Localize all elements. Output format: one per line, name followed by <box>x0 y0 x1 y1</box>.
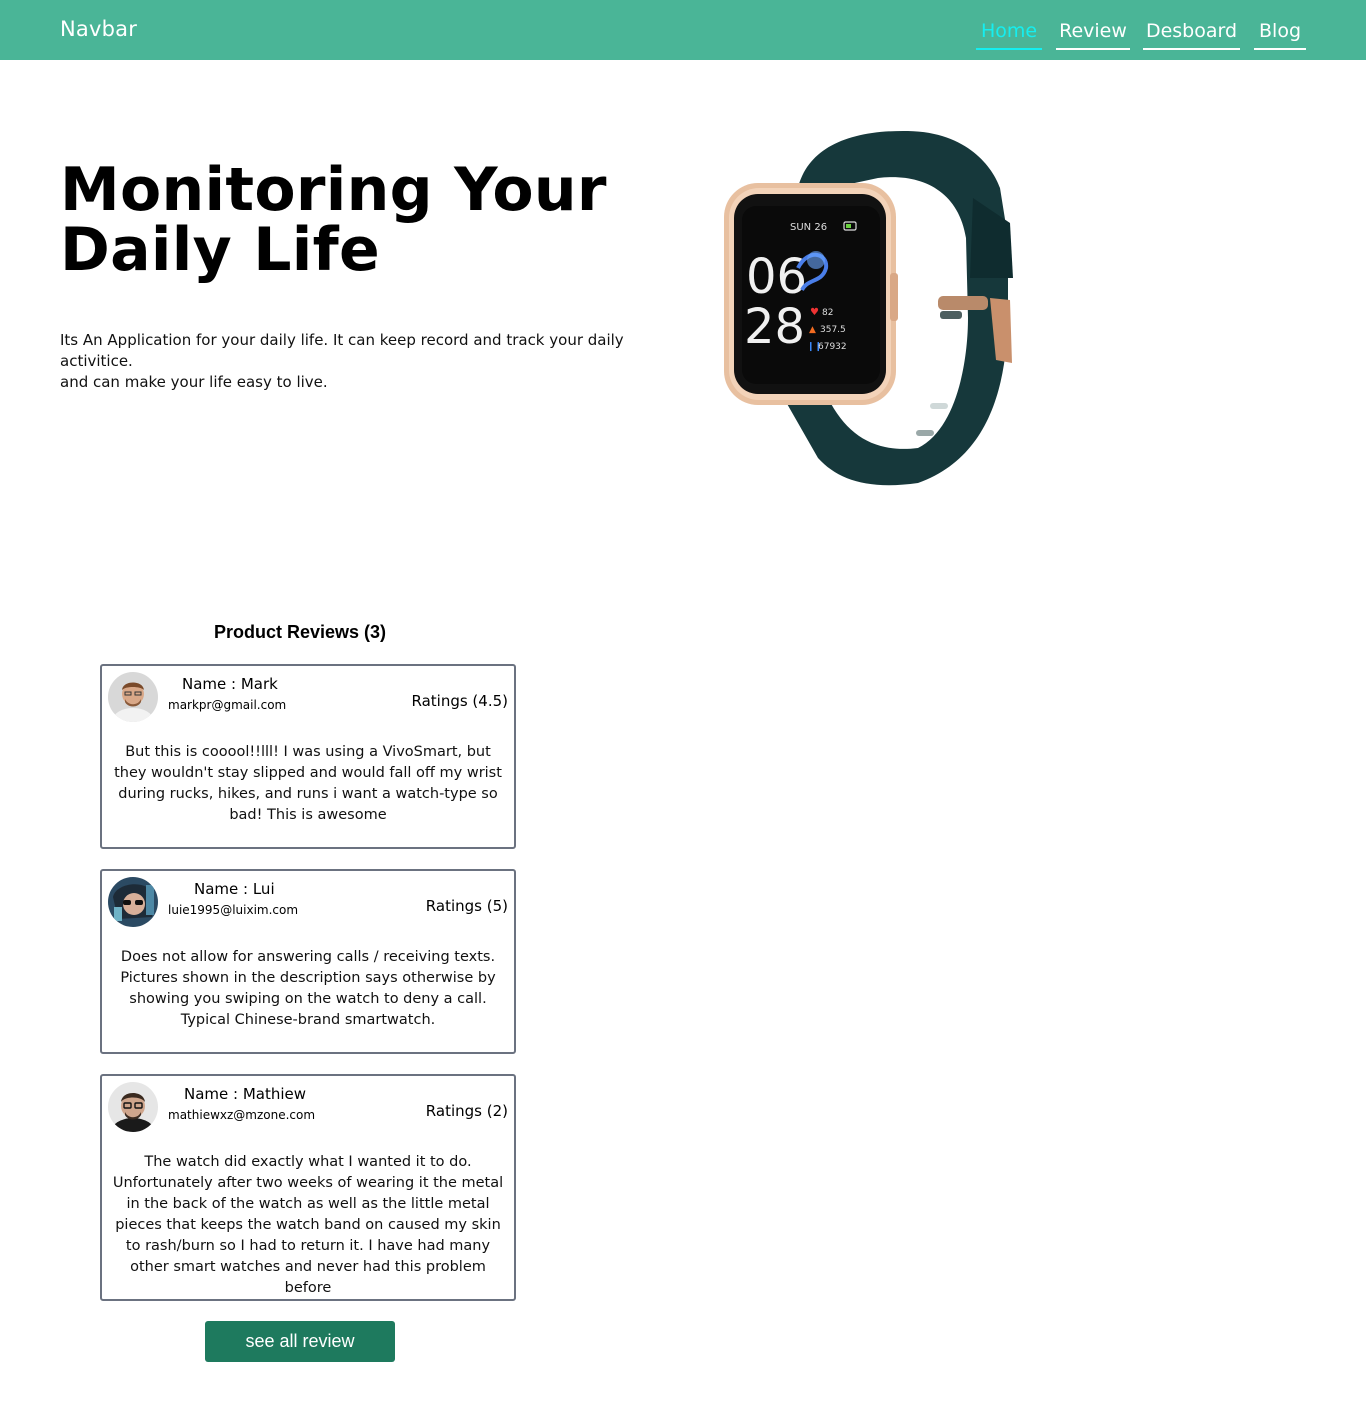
smartwatch-image: SUN 26 06 28 ♥ 82 ▲ 357.5 ❙❙ 67932 <box>724 130 1013 486</box>
watch-date: SUN 26 <box>790 222 827 233</box>
reviewer-email: luie1995@luixim.com <box>168 903 299 917</box>
see-all-reviews-button[interactable]: see all review <box>205 1321 395 1362</box>
nav-link-desboard[interactable]: Desboard <box>1143 20 1240 50</box>
reviewer-avatar <box>108 877 158 927</box>
nav-link-home[interactable]: Home <box>976 20 1042 50</box>
band-hole <box>916 430 934 436</box>
watch-steps: 67932 <box>818 342 847 352</box>
hero-title-line-2: Daily Life <box>60 215 381 285</box>
reviewer-avatar <box>108 1082 158 1132</box>
reviewer-name: Name : Lui <box>194 880 275 898</box>
watch-hour: 06 <box>746 249 807 305</box>
review-rating: Ratings (5) <box>425 897 508 915</box>
hero-description-line-2: and can make your life easy to live. <box>60 373 328 391</box>
band-hole <box>938 373 956 379</box>
review-rating: Ratings (2) <box>425 1102 508 1120</box>
review-card: Name : Mark markpr@gmail.com Ratings (4.… <box>100 664 516 849</box>
watch-side-button <box>890 273 898 321</box>
hero-title: Monitoring Your Daily Life <box>60 160 680 280</box>
band-hole <box>940 311 962 319</box>
nav-link-blog[interactable]: Blog <box>1254 20 1306 50</box>
review-comment: But this is cooool!!lll! I was using a V… <box>114 744 502 823</box>
band-hole <box>930 403 948 409</box>
navbar-brand[interactable]: Navbar <box>60 17 137 41</box>
reviewer-name: Name : Mark <box>182 675 278 693</box>
nav-link-review[interactable]: Review <box>1056 20 1130 50</box>
hero-description: Its An Application for your daily life. … <box>60 330 680 393</box>
band-hole <box>944 343 962 349</box>
flame-icon: ▲ <box>809 325 816 335</box>
review-comment: Does not allow for answering calls / rec… <box>120 949 496 1028</box>
heart-icon: ♥ <box>810 307 819 318</box>
review-card: Name : Mathiew mathiewxz@mzone.com Ratin… <box>100 1074 516 1301</box>
review-comment: The watch did exactly what I wanted it t… <box>112 1154 504 1296</box>
watch-heart-rate: 82 <box>822 308 833 318</box>
reviewer-email: mathiewxz@mzone.com <box>168 1108 316 1122</box>
reviewer-avatar <box>108 672 158 722</box>
hero-description-line-1: Its An Application for your daily life. … <box>60 331 624 370</box>
navbar: Navbar Home Review Desboard Blog <box>0 0 1366 60</box>
review-rating: Ratings (4.5) <box>411 692 508 710</box>
reviewer-email: markpr@gmail.com <box>168 698 287 712</box>
watch-calories: 357.5 <box>820 325 846 335</box>
reviews-heading: Product Reviews (3) <box>213 622 387 642</box>
review-card: Name : Lui luie1995@luixim.com Ratings (… <box>100 869 516 1054</box>
watch-minute: 28 <box>744 299 805 355</box>
reviewer-name: Name : Mathiew <box>184 1085 307 1103</box>
